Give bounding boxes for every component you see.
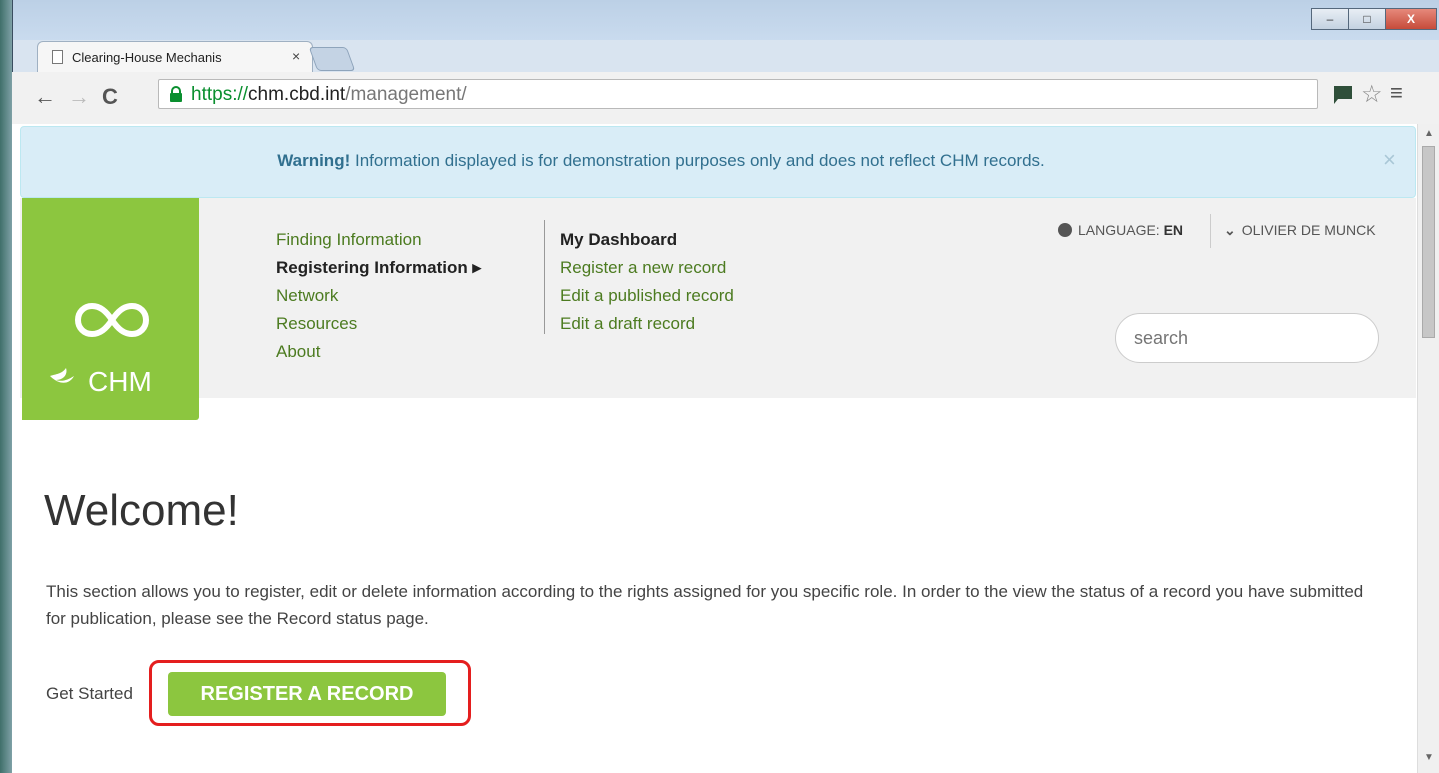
vertical-scrollbar[interactable]: ▲ ▼ xyxy=(1417,124,1439,773)
nav-about[interactable]: About xyxy=(276,338,481,366)
submenu-register-new-record[interactable]: Register a new record xyxy=(560,254,734,282)
user-menu[interactable]: ⌄ OLIVIER DE MUNCK xyxy=(1224,222,1376,239)
browser-toolbar: ← → C https://chm.cbd.int/management/ ☆ … xyxy=(12,72,1439,125)
logo-text: CHM xyxy=(88,366,152,397)
infinity-logo-icon xyxy=(74,302,150,338)
close-tab-icon[interactable]: × xyxy=(292,48,300,64)
window-controls: – □ X xyxy=(1311,8,1437,32)
maximize-button[interactable]: □ xyxy=(1348,8,1386,30)
close-alert-icon[interactable]: × xyxy=(1383,147,1396,173)
main-nav: Finding Information Registering Informat… xyxy=(276,226,481,366)
header-divider xyxy=(1210,214,1211,248)
page-icon xyxy=(52,50,63,64)
web-page: Warning! Information displayed is for de… xyxy=(12,124,1417,773)
submenu: My Dashboard Register a new record Edit … xyxy=(560,226,734,338)
minimize-button[interactable]: – xyxy=(1311,8,1349,30)
annotation-highlight-box xyxy=(149,660,471,726)
bookmark-star-icon[interactable]: ☆ xyxy=(1361,80,1383,109)
scroll-down-icon[interactable]: ▼ xyxy=(1424,752,1434,763)
reload-icon[interactable]: C xyxy=(102,84,118,110)
page-title: Welcome! xyxy=(44,486,239,535)
chm-logo[interactable]: CHM xyxy=(22,198,199,420)
flag-icon[interactable] xyxy=(1330,84,1354,106)
back-arrow-icon[interactable]: ← xyxy=(34,84,56,110)
title-bar xyxy=(13,0,1439,40)
nav-finding-information[interactable]: Finding Information xyxy=(276,226,481,254)
get-started-label: Get Started xyxy=(46,684,133,703)
nav-resources[interactable]: Resources xyxy=(276,310,481,338)
submenu-my-dashboard[interactable]: My Dashboard xyxy=(560,226,734,254)
lock-icon xyxy=(170,86,182,102)
submenu-edit-published-record[interactable]: Edit a published record xyxy=(560,282,734,310)
scroll-up-icon[interactable]: ▲ xyxy=(1424,128,1434,139)
menu-icon[interactable]: ≡ xyxy=(1390,80,1403,106)
nav-network[interactable]: Network xyxy=(276,282,481,310)
globe-icon xyxy=(1058,223,1072,237)
scroll-thumb[interactable] xyxy=(1422,146,1435,338)
alert-message: Warning! Information displayed is for de… xyxy=(277,151,1045,170)
new-tab-button[interactable] xyxy=(308,47,356,71)
warning-alert: Warning! Information displayed is for de… xyxy=(20,126,1416,198)
nav-divider xyxy=(544,220,545,334)
tab-title: Clearing-House Mechanis xyxy=(72,50,222,65)
leaf-icon xyxy=(50,368,74,383)
submenu-edit-draft-record[interactable]: Edit a draft record xyxy=(560,310,734,338)
search-input[interactable] xyxy=(1115,313,1379,363)
nav-registering-information[interactable]: Registering Information ▸ xyxy=(276,254,481,282)
address-bar[interactable]: https://chm.cbd.int/management/ xyxy=(158,79,1318,109)
forward-arrow-icon[interactable]: → xyxy=(68,84,90,110)
language-selector[interactable]: LANGUAGE: EN xyxy=(1058,222,1183,238)
close-window-button[interactable]: X xyxy=(1385,8,1437,30)
browser-tab[interactable]: Clearing-House Mechanis × xyxy=(37,41,313,72)
chevron-down-icon: ⌄ xyxy=(1224,222,1236,238)
url-text: https://chm.cbd.int/management/ xyxy=(191,84,467,105)
intro-text: This section allows you to register, edi… xyxy=(46,582,1364,628)
